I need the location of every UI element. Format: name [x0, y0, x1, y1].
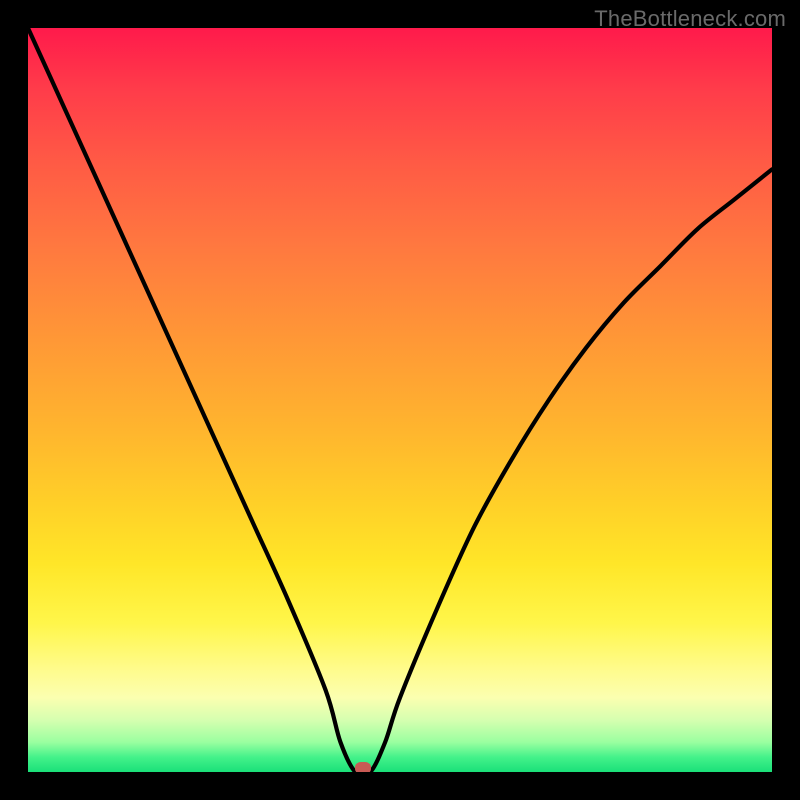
chart-frame: TheBottleneck.com — [0, 0, 800, 800]
bottleneck-curve — [28, 28, 772, 772]
watermark-label: TheBottleneck.com — [594, 6, 786, 32]
minimum-marker-icon — [355, 762, 371, 772]
plot-area — [28, 28, 772, 772]
